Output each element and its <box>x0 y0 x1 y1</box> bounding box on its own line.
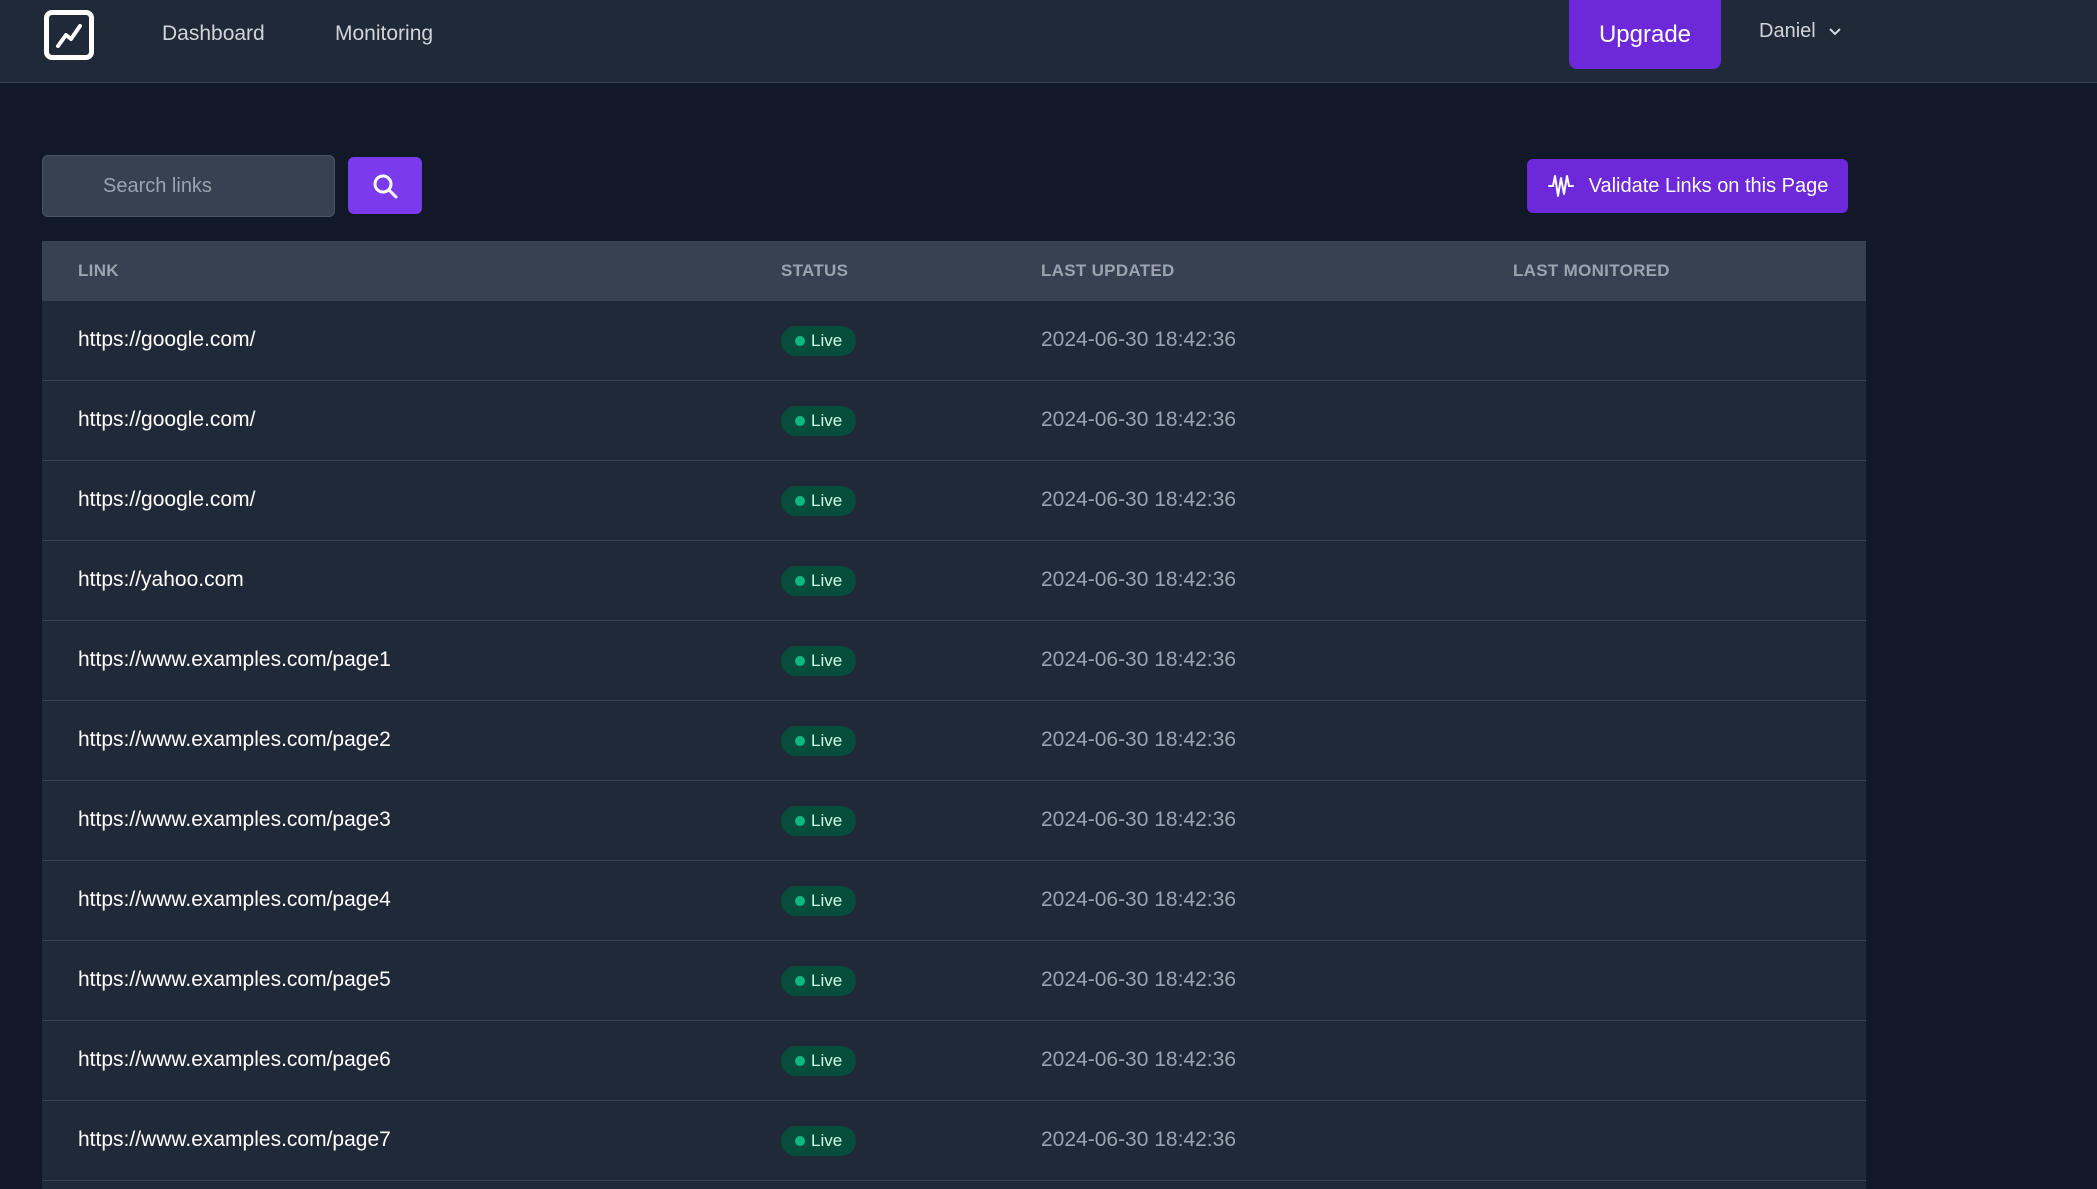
search-input[interactable] <box>42 155 335 217</box>
status-dot-icon <box>795 576 805 586</box>
link-url[interactable]: https://www.examples.com/page6 <box>78 1048 391 1072</box>
last-updated-value: 2024-06-30 18:42:36 <box>1041 808 1236 831</box>
last-updated-value: 2024-06-30 18:42:36 <box>1041 408 1236 431</box>
link-url[interactable]: https://google.com/ <box>78 408 255 432</box>
link-url[interactable]: https://yahoo.com <box>78 568 244 592</box>
header-status[interactable]: STATUS <box>781 261 848 281</box>
link-url[interactable]: https://www.examples.com/page1 <box>78 648 391 672</box>
links-table: LINK STATUS LAST UPDATED LAST MONITORED … <box>42 241 1866 1189</box>
table-body: https://google.com/Live 2024-06-30 18:42:… <box>42 301 1866 1181</box>
last-updated-value: 2024-06-30 18:42:36 <box>1041 648 1236 671</box>
status-label: Live <box>811 651 843 670</box>
link-url[interactable]: https://www.examples.com/page3 <box>78 808 391 832</box>
status-label: Live <box>811 1131 843 1150</box>
user-menu[interactable]: Daniel <box>1759 20 1842 43</box>
status-badge: Live <box>781 646 857 676</box>
status-badge: Live <box>781 1046 857 1076</box>
table-row[interactable]: https://google.com/Live 2024-06-30 18:42:… <box>42 461 1866 541</box>
status-label: Live <box>811 1051 843 1070</box>
status-dot-icon <box>795 896 805 906</box>
status-label: Live <box>811 331 843 350</box>
status-badge: Live <box>781 406 857 436</box>
status-badge: Live <box>781 726 857 756</box>
header-last-monitored[interactable]: LAST MONITORED <box>1513 261 1670 281</box>
status-badge: Live <box>781 486 857 516</box>
header-link[interactable]: LINK <box>78 261 119 281</box>
last-updated-value: 2024-06-30 18:42:36 <box>1041 888 1236 911</box>
table-row[interactable]: https://www.examples.com/page5 Live 2024-0… <box>42 941 1866 1021</box>
table-row[interactable]: https://www.examples.com/page2 Live 2024-0… <box>42 701 1866 781</box>
nav-dashboard-link[interactable]: Dashboard <box>162 22 265 46</box>
last-updated-value: 2024-06-30 18:42:36 <box>1041 568 1236 591</box>
nav-monitoring-link[interactable]: Monitoring <box>335 22 433 46</box>
status-label: Live <box>811 411 843 430</box>
status-dot-icon <box>795 976 805 986</box>
status-dot-icon <box>795 656 805 666</box>
status-badge: Live <box>781 326 857 356</box>
status-badge: Live <box>781 1126 857 1156</box>
header-last-updated[interactable]: LAST UPDATED <box>1041 261 1175 281</box>
link-url[interactable]: https://google.com/ <box>78 328 255 352</box>
status-label: Live <box>811 971 843 990</box>
last-updated-value: 2024-06-30 18:42:36 <box>1041 1048 1236 1071</box>
user-name: Daniel <box>1759 20 1816 42</box>
table-row[interactable]: https://www.examples.com/page3 Live 2024-0… <box>42 781 1866 861</box>
status-dot-icon <box>795 416 805 426</box>
status-badge: Live <box>781 966 857 996</box>
table-row[interactable]: https://google.com/Live 2024-06-30 18:42:… <box>42 301 1866 381</box>
search-icon <box>373 174 398 198</box>
link-url[interactable]: https://google.com/ <box>78 488 255 512</box>
status-label: Live <box>811 731 843 750</box>
status-dot-icon <box>795 736 805 746</box>
search-button[interactable] <box>348 157 422 214</box>
status-label: Live <box>811 891 843 910</box>
table-row[interactable]: https://google.com/Live 2024-06-30 18:42:… <box>42 381 1866 461</box>
table-row[interactable]: https://www.examples.com/page6 Live 2024-0… <box>42 1021 1866 1101</box>
status-badge: Live <box>781 886 857 916</box>
table-row[interactable]: https://www.examples.com/page1 Live 2024-0… <box>42 621 1866 701</box>
status-badge: Live <box>781 566 857 596</box>
last-updated-value: 2024-06-30 18:42:36 <box>1041 488 1236 511</box>
link-url[interactable]: https://www.examples.com/page4 <box>78 888 391 912</box>
status-dot-icon <box>795 496 805 506</box>
status-label: Live <box>811 571 843 590</box>
status-badge: Live <box>781 806 857 836</box>
top-navbar: Dashboard Monitoring Upgrade Daniel <box>0 0 2097 83</box>
table-row[interactable]: https://yahoo.com Live 2024-06-30 18:42:36 <box>42 541 1866 621</box>
status-dot-icon <box>795 1136 805 1146</box>
validate-links-button[interactable]: Validate Links on this Page <box>1527 159 1848 213</box>
link-url[interactable]: https://www.examples.com/page5 <box>78 968 391 992</box>
status-dot-icon <box>795 1056 805 1066</box>
table-row[interactable]: https://www.examples.com/page4 Live 2024-0… <box>42 861 1866 941</box>
table-header: LINK STATUS LAST UPDATED LAST MONITORED <box>42 241 1866 301</box>
table-row[interactable]: https://www.examples.com/page7 Live 2024-0… <box>42 1101 1866 1181</box>
waveform-icon <box>1547 175 1574 197</box>
status-label: Live <box>811 491 843 510</box>
upgrade-button[interactable]: Upgrade <box>1569 0 1721 69</box>
last-updated-value: 2024-06-30 18:42:36 <box>1041 1128 1236 1151</box>
link-url[interactable]: https://www.examples.com/page2 <box>78 728 391 752</box>
last-updated-value: 2024-06-30 18:42:36 <box>1041 728 1236 751</box>
status-dot-icon <box>795 816 805 826</box>
validate-links-label: Validate Links on this Page <box>1588 174 1829 197</box>
chart-trend-icon[interactable] <box>44 10 94 60</box>
last-updated-value: 2024-06-30 18:42:36 <box>1041 968 1236 991</box>
chevron-down-icon <box>1828 27 1841 35</box>
link-url[interactable]: https://www.examples.com/page7 <box>78 1128 391 1152</box>
status-label: Live <box>811 811 843 830</box>
status-dot-icon <box>795 336 805 346</box>
last-updated-value: 2024-06-30 18:42:36 <box>1041 328 1236 351</box>
